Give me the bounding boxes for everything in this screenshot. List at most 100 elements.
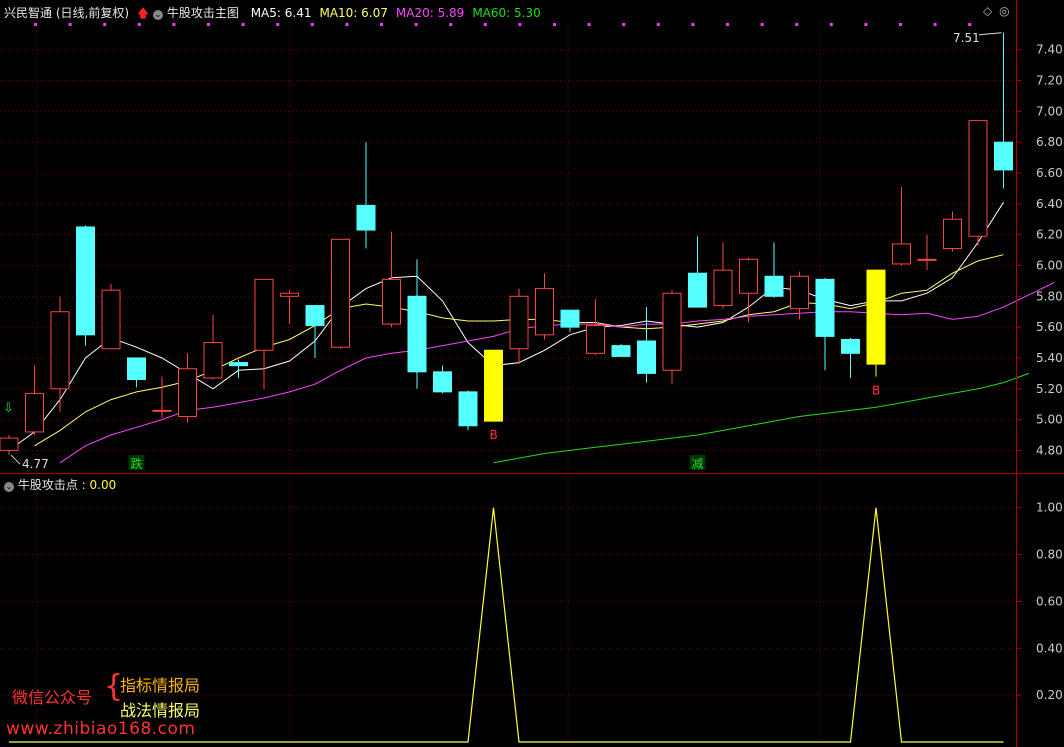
chart-canvas: B B 7.51 4.77 ⇩ 跌 减 4.80 5.00 5.20 5.40 5.60 5.80 6.…	[0, 0, 1064, 747]
top-dot	[795, 23, 799, 26]
candle-body	[50, 311, 70, 390]
candle	[994, 32, 1013, 189]
candle	[25, 365, 44, 436]
top-dot	[553, 23, 556, 26]
candle-body	[433, 371, 452, 393]
candle	[637, 307, 656, 383]
period-label: (日线,前复权)	[55, 6, 130, 20]
candle	[101, 283, 121, 350]
candle-body	[280, 292, 299, 297]
top-dot	[656, 23, 660, 26]
candle-body	[178, 368, 197, 418]
window-controls: ◇ ◎	[983, 4, 1010, 18]
high-price-pointer	[978, 32, 1002, 36]
candle-body	[76, 226, 95, 336]
candle-body	[586, 325, 605, 354]
sub-indicator-value: : 0.00	[81, 478, 117, 492]
candle-body	[866, 269, 886, 365]
candle-body	[892, 243, 911, 265]
candle	[662, 290, 682, 385]
stock-name[interactable]: 兴民智通	[4, 6, 52, 20]
candle-body	[305, 305, 325, 327]
candle	[484, 349, 503, 422]
candle	[968, 120, 988, 246]
sub-indicator-name[interactable]: 牛股攻击点	[18, 478, 78, 492]
high-price-label: 7.51	[953, 31, 980, 45]
y-tick-label: 6.00	[1036, 258, 1063, 272]
candle	[331, 238, 350, 349]
candle	[458, 390, 478, 431]
y-tick-label: 6.40	[1036, 197, 1063, 211]
collapse-icon[interactable]: ⌄	[4, 482, 14, 492]
sub-y-tick-label: 0.20	[1036, 688, 1063, 702]
settings-icon[interactable]: ◎	[999, 4, 1009, 18]
ma-legend-ma20: MA20: 5.89	[395, 6, 465, 20]
up-arrow-icon: 🡅	[136, 6, 150, 20]
top-dot	[968, 23, 972, 26]
candle-body	[841, 338, 860, 354]
candle-body	[331, 238, 350, 348]
candle	[203, 314, 223, 380]
top-dot	[691, 23, 695, 26]
watermark-url: www.zhibiao168.com	[6, 719, 196, 739]
candle-body	[790, 275, 809, 310]
candle-body	[637, 340, 656, 374]
low-price-label: 4.77	[22, 457, 49, 471]
candles: B B 7.51 4.77 ⇩ 跌 减	[0, 31, 1013, 471]
top-dot	[829, 23, 833, 26]
sub-y-tick-label: 0.60	[1036, 594, 1063, 608]
down-arrow-icon: ⇩	[3, 401, 14, 416]
sub-y-tick-label: 0.80	[1036, 548, 1063, 562]
low-price-pointer	[10, 454, 21, 465]
candle-body	[203, 342, 223, 379]
candle	[790, 271, 809, 320]
y-tick-label: 7.00	[1036, 104, 1063, 118]
collapse-icon[interactable]: ⌄	[153, 10, 164, 20]
candle	[254, 278, 274, 389]
ma-legend: MA5: 6.41 MA10: 6.07 MA20: 5.89 MA60: 5.30	[243, 6, 541, 20]
candle-body	[611, 345, 631, 357]
buy-signal-label: B	[490, 428, 498, 442]
y-tick-label: 7.20	[1036, 74, 1063, 88]
diamond-icon[interactable]: ◇	[983, 4, 992, 18]
candle	[943, 211, 962, 252]
candle-body	[127, 357, 146, 381]
candle-body	[943, 218, 962, 250]
sub-header: ⌄ 牛股攻击点 : 0.00	[4, 476, 116, 493]
watermark-left: 微信公众号	[12, 688, 93, 707]
ma-legend-ma10: MA10: 6.07	[319, 6, 388, 20]
axes: 4.80 5.00 5.20 5.40 5.60 5.80 6.00 6.20 6.40 6.60…	[0, 0, 1064, 747]
candle-body	[535, 288, 554, 336]
candle-body	[509, 295, 529, 350]
candle	[127, 357, 146, 388]
candle	[815, 277, 835, 371]
candle-body	[739, 258, 758, 294]
candle-body	[382, 278, 401, 325]
candle	[178, 353, 197, 423]
candle-body	[662, 292, 682, 371]
candle	[611, 344, 631, 357]
top-dot	[864, 23, 868, 26]
ma-line-ma5	[8, 202, 1004, 451]
ma-legend-ma5: MA5: 6.41	[250, 6, 312, 20]
candle	[535, 273, 554, 340]
candle	[280, 290, 299, 325]
candle	[764, 242, 784, 298]
candle-body	[407, 295, 427, 373]
candle	[509, 288, 529, 365]
indicator-name[interactable]: 牛股攻击主图	[167, 6, 239, 20]
candle	[739, 257, 758, 323]
candle	[560, 309, 580, 332]
sub-y-tick-label: 1.00	[1036, 501, 1063, 515]
candle-body	[356, 204, 376, 231]
candle-body	[560, 309, 580, 328]
candle-body	[968, 120, 988, 237]
candle	[713, 242, 733, 309]
watermark-line2: 战法情报局	[120, 701, 201, 720]
y-tick-label: 5.20	[1036, 382, 1063, 396]
top-dot	[760, 23, 764, 26]
candle	[0, 435, 19, 456]
candle	[76, 225, 95, 346]
y-tick-label: 5.80	[1036, 289, 1063, 303]
y-tick-label: 5.00	[1036, 413, 1063, 427]
